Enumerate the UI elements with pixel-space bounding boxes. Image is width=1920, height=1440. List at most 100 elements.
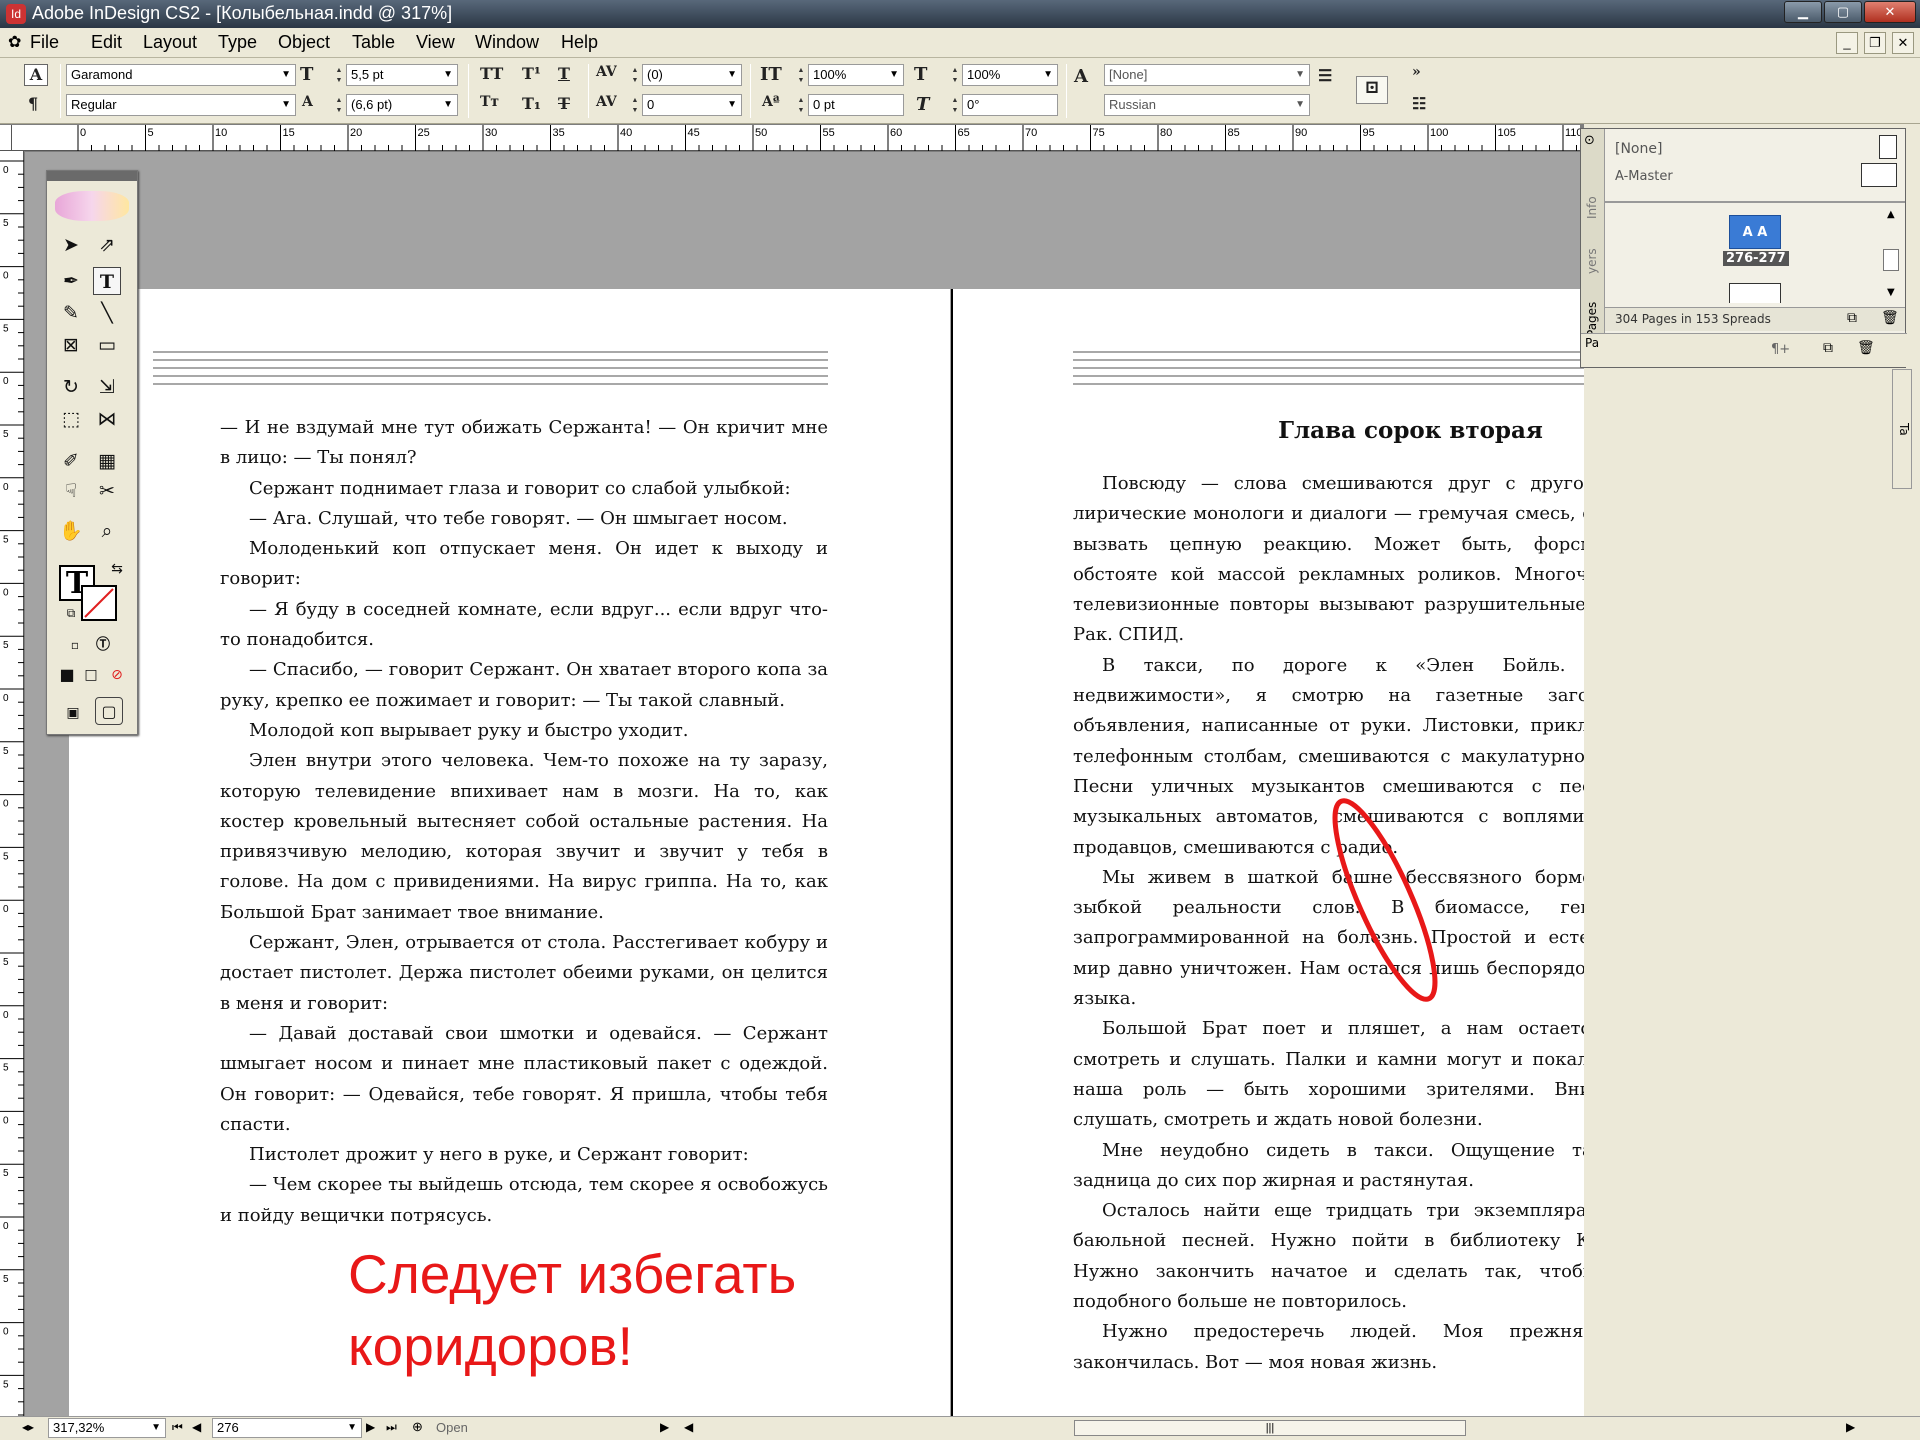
font-size-field[interactable]: 5,5 pt ▼ — [346, 64, 458, 86]
language-select[interactable]: Russian ▼ — [1104, 94, 1310, 116]
shear-tool-icon[interactable]: ⋈ — [93, 405, 121, 433]
kerning-spinner[interactable]: ▲ ▼ — [630, 66, 640, 86]
leading-spinner[interactable]: ▲ ▼ — [334, 96, 344, 116]
delete-style-icon[interactable]: 🗑 — [1857, 340, 1875, 356]
doc-icon[interactable]: ✿ — [8, 32, 21, 52]
zoom-tool-icon[interactable]: ⌕ — [93, 517, 121, 545]
tracking-spinner[interactable]: ▲ ▼ — [630, 96, 640, 116]
vertical-scale-spinner[interactable]: ▲ ▼ — [796, 66, 806, 86]
font-family-select[interactable]: Garamond ▼ — [66, 64, 296, 86]
zoom-field[interactable]: 317,32% ▼ — [48, 1418, 166, 1438]
underline-icon[interactable]: T — [558, 64, 570, 83]
scale-tool-icon[interactable]: ⇲ — [93, 373, 121, 401]
paragraph-mode-icon[interactable]: ¶ — [28, 94, 38, 113]
panel-scroll-down-icon[interactable]: ▼ — [1887, 287, 1895, 298]
next-spread-thumbnail[interactable] — [1729, 283, 1781, 303]
doc-minimize-button[interactable]: _ — [1836, 32, 1858, 54]
rectangle-tool-icon[interactable]: ▭ — [93, 331, 121, 359]
menu-file[interactable]: File — [30, 32, 59, 53]
a-master-label[interactable]: A-Master — [1615, 169, 1673, 184]
type-tool-icon[interactable]: T — [93, 267, 121, 295]
formatting-text-icon[interactable]: Ⓣ — [89, 631, 117, 659]
apply-gradient-icon[interactable]: □ — [77, 661, 105, 689]
menu-list-icon[interactable]: ☰ — [1318, 66, 1332, 85]
leading-field[interactable]: (6,6 pt) ▼ — [346, 94, 458, 116]
none-master-thumbnail[interactable] — [1879, 135, 1897, 159]
tab-pages[interactable]: Pages — [1585, 302, 1599, 337]
page-field[interactable]: 276 ▼ — [212, 1418, 362, 1438]
all-caps-icon[interactable]: TT — [480, 64, 503, 83]
scroll-left-icon[interactable]: ◀ — [684, 1420, 693, 1434]
skew-spinner[interactable]: ▲ ▼ — [950, 96, 960, 116]
a-master-thumbnail[interactable] — [1861, 163, 1897, 187]
pen-tool-icon[interactable]: ✒ — [57, 267, 85, 295]
stroke-swatch-icon[interactable] — [81, 585, 117, 621]
horizontal-scale-spinner[interactable]: ▲ ▼ — [950, 66, 960, 86]
baseline-shift-field[interactable]: 0 pt — [808, 94, 904, 116]
last-page-icon[interactable]: ⏭ — [386, 1420, 397, 1435]
strikethrough-icon[interactable]: T — [558, 94, 570, 113]
first-page-icon[interactable]: ⏮ — [172, 1420, 183, 1435]
panel-scroll-up-icon[interactable]: ▲ — [1887, 209, 1895, 220]
left-page-text-frame[interactable]: — И не вздумай мне тут обижать Сержанта!… — [220, 413, 828, 1231]
panel-menu-icon[interactable]: ☷ — [1412, 94, 1426, 113]
font-style-select[interactable]: Regular ▼ — [66, 94, 296, 116]
line-tool-icon[interactable]: ╲ — [93, 299, 121, 327]
gradient-tool-icon[interactable]: ▦ — [93, 447, 121, 475]
none-master-label[interactable]: [None] — [1615, 141, 1662, 157]
free-transform-tool-icon[interactable]: ⬚ — [57, 405, 85, 433]
swap-fill-stroke-icon[interactable]: ⇆ — [103, 555, 131, 583]
menu-view[interactable]: View — [416, 32, 455, 53]
status-menu-arrow-icon[interactable]: ▶ — [660, 1420, 669, 1434]
tools-panel-grip[interactable] — [47, 171, 137, 181]
menu-object[interactable]: Object — [278, 32, 330, 53]
menu-layout[interactable]: Layout — [143, 32, 197, 53]
baseline-shift-spinner[interactable]: ▲ ▼ — [796, 96, 806, 116]
horizontal-scale-field[interactable]: 100% ▼ — [962, 64, 1058, 86]
selection-tool-icon[interactable]: ➤ — [57, 231, 85, 259]
button-tool-icon[interactable]: ☟ — [57, 477, 85, 505]
superscript-icon[interactable]: T¹ — [522, 64, 541, 83]
minimize-button[interactable]: ▁ — [1784, 1, 1822, 23]
skew-field[interactable]: 0° — [962, 94, 1058, 116]
previous-page-icon[interactable]: ◀ — [192, 1420, 201, 1434]
default-fill-stroke-icon[interactable]: ⧉ — [57, 599, 85, 627]
hand-tool-icon[interactable]: ✋ — [57, 517, 85, 545]
menu-edit[interactable]: Edit — [91, 32, 122, 53]
character-style-select[interactable]: [None] ▼ — [1104, 64, 1310, 86]
doc-restore-button[interactable]: ❐ — [1864, 32, 1886, 54]
menu-type[interactable]: Type — [218, 32, 257, 53]
new-page-icon[interactable]: ⧉ — [1847, 310, 1857, 326]
character-panel-icon[interactable]: ⊡ — [1356, 76, 1388, 104]
tab-paragraph[interactable]: Pa — [1585, 336, 1599, 350]
tab-layers[interactable]: yers — [1585, 248, 1599, 274]
paragraph-style-icon[interactable]: ¶+ — [1771, 342, 1790, 357]
horizontal-scroll-thumb[interactable]: ||| — [1074, 1420, 1466, 1436]
small-caps-icon[interactable]: Tт — [480, 94, 499, 110]
apply-none-icon[interactable]: ⊘ — [103, 661, 131, 689]
zoom-toggle-icon[interactable]: ◂▸ — [22, 1420, 34, 1434]
subscript-icon[interactable]: T₁ — [522, 94, 541, 113]
tab-info[interactable]: Info — [1585, 196, 1599, 219]
tracking-field[interactable]: 0 ▼ — [642, 94, 742, 116]
pencil-tool-icon[interactable]: ✎ — [57, 299, 85, 327]
horizontal-ruler[interactable]: 0 5 10 15 20 25 30 35 40 45 50 55 60 65 70 75 80 85 90 95 10… — [12, 125, 1580, 151]
delete-page-icon[interactable]: 🗑 — [1881, 310, 1899, 326]
menu-table[interactable]: Table — [352, 32, 395, 53]
scroll-right-icon[interactable]: ▶ — [1846, 1420, 1855, 1434]
collapsed-panel-tab[interactable]: Ta — [1892, 369, 1912, 489]
normal-view-icon[interactable]: ▣ — [59, 699, 87, 727]
close-button[interactable]: ✕ — [1864, 1, 1916, 23]
open-icon[interactable]: ⊕ — [412, 1419, 423, 1435]
menu-help[interactable]: Help — [561, 32, 598, 53]
font-size-spinner[interactable]: ▲ ▼ — [334, 66, 344, 86]
menu-window[interactable]: Window — [475, 32, 539, 53]
scissors-tool-icon[interactable]: ✂ — [93, 477, 121, 505]
vertical-scale-field[interactable]: 100% ▼ — [808, 64, 904, 86]
ruler-origin[interactable] — [0, 125, 12, 151]
panel-scroll-thumb[interactable] — [1883, 249, 1899, 271]
character-mode-icon[interactable]: A — [24, 64, 48, 86]
doc-close-button[interactable]: ✕ — [1892, 32, 1914, 54]
panel-options-icon[interactable]: ⊙ — [1584, 133, 1595, 148]
eyedropper-tool-icon[interactable]: ✐ — [57, 447, 85, 475]
